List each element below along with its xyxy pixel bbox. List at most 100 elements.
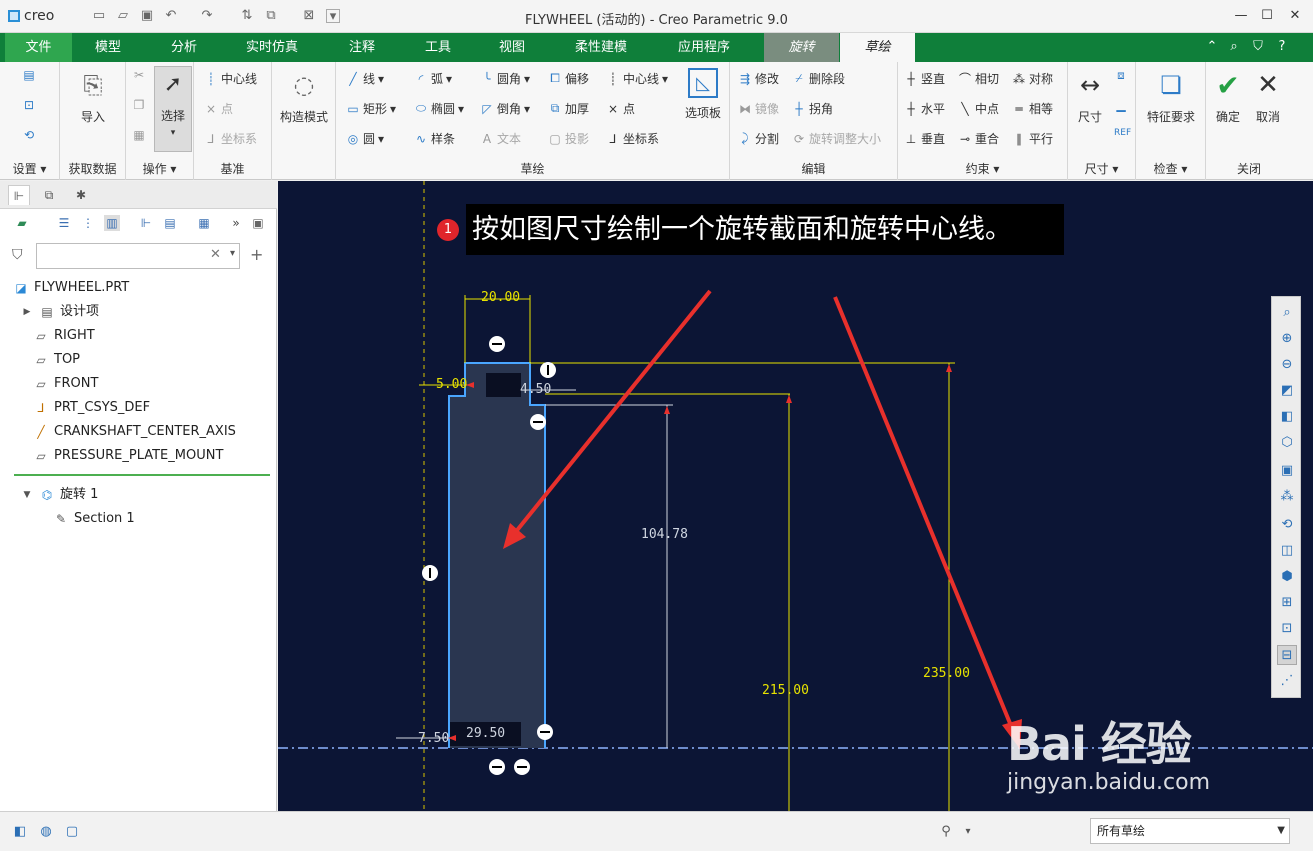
feature-requirements-button[interactable]: ❏ 特征要求 [1140, 68, 1202, 125]
rectangle-button[interactable]: ▭ 矩形 ▾ [346, 100, 396, 117]
group-operations-label[interactable]: 操作 ▾ [126, 160, 193, 177]
divide-button[interactable]: ⤸ 分割 [738, 130, 779, 147]
offset-button[interactable]: ⧠ 偏移 [548, 70, 589, 87]
find-icon[interactable]: ⚲ [936, 822, 956, 842]
collapse-icon[interactable]: ▼ [20, 484, 34, 506]
grid-display-icon[interactable]: ⊟ [1277, 645, 1297, 665]
ok-button[interactable]: ✔ 确定 [1210, 68, 1246, 125]
windows-icon[interactable]: ⧉ [264, 9, 278, 23]
notes-icon[interactable]: ▣ [250, 215, 266, 231]
tab-sketch[interactable]: 草绘 [840, 33, 915, 62]
cut-icon[interactable]: ✂ [132, 68, 146, 82]
coincident-constraint-button[interactable]: ⊸ 重合 [958, 130, 999, 147]
more-icon[interactable]: » [228, 215, 244, 231]
save-icon[interactable]: ▣ [140, 9, 154, 23]
undo-icon[interactable]: ↶ [164, 9, 178, 23]
tab-analysis[interactable]: 分析 [156, 33, 212, 62]
datum-point-button[interactable]: × 点 [204, 100, 233, 117]
datum-display-icon[interactable]: ⁂ [1277, 487, 1297, 507]
tree-item-top[interactable]: ▱ TOP [34, 349, 80, 371]
sketch-point-button[interactable]: × 点 [606, 100, 635, 117]
group-constrain-label[interactable]: 约束 ▾ [898, 160, 1067, 177]
maximize-button[interactable]: ☐ [1254, 6, 1280, 26]
dim-right-step[interactable]: 4.50 [520, 382, 551, 397]
thicken-button[interactable]: ⧉ 加厚 [548, 100, 589, 117]
tree-list-icon[interactable]: ☰ [56, 215, 72, 231]
ellipse-button[interactable]: ⬭ 椭圆 ▾ [414, 100, 464, 117]
tree-item-design-items[interactable]: ▶ ▤ 设计项 [20, 301, 99, 323]
model-tree-tab-icon[interactable]: ⊩ [8, 185, 30, 205]
show-navigator-icon[interactable]: ◧ [10, 822, 30, 842]
regenerate-icon[interactable]: ⇅ [240, 9, 254, 23]
spin-center-icon[interactable]: ⟲ [1277, 515, 1297, 535]
insert-indicator[interactable] [14, 474, 270, 476]
dimension-button[interactable]: ↔ 尺寸 [1070, 68, 1110, 125]
import-button[interactable]: ⎘ 导入 [68, 68, 118, 125]
datum-csys-button[interactable]: ⅃ 坐标系 [204, 130, 257, 147]
tree-item-front[interactable]: ▱ FRONT [34, 373, 98, 395]
tab-file[interactable]: 文件 [5, 33, 72, 62]
tab-live-simulation[interactable]: 实时仿真 [232, 33, 312, 62]
saved-views-icon[interactable]: ⬡ [1277, 433, 1297, 453]
display-style-icon[interactable]: ◧ [1277, 407, 1297, 427]
dimension-display-icon[interactable]: ⊞ [1277, 593, 1297, 613]
paste-icon[interactable]: ▦ [132, 128, 146, 142]
corner-button[interactable]: ┼ 拐角 [792, 100, 833, 117]
tab-flexible-modeling[interactable]: 柔性建模 [562, 33, 640, 62]
zoom-in-icon[interactable]: ⊕ [1277, 329, 1297, 349]
close-window-icon[interactable]: ⊠ [302, 9, 316, 23]
dim-bottom-width[interactable]: 29.50 [466, 726, 505, 741]
view-manager-icon[interactable]: ▣ [1277, 461, 1297, 481]
construction-mode-button[interactable]: ◌ 构造模式 [276, 68, 332, 125]
community-icon[interactable]: ⛉ [1250, 39, 1266, 54]
vertex-display-icon[interactable]: ⋰ [1277, 671, 1297, 691]
dim-height-mid[interactable]: 215.00 [762, 683, 809, 698]
cancel-button[interactable]: ✕ 取消 [1250, 68, 1286, 125]
tab-annotate[interactable]: 注释 [334, 33, 390, 62]
horizontal-constraint-button[interactable]: ┼ 水平 [904, 100, 945, 117]
annotation-display-icon[interactable]: ⬢ [1277, 567, 1297, 587]
mirror-button[interactable]: ⧓ 镜像 [738, 100, 779, 117]
dim-left-step[interactable]: 5.00 [436, 377, 467, 392]
dim-bottom-left[interactable]: 7.50 [418, 731, 449, 746]
modify-button[interactable]: ⇶ 修改 [738, 70, 779, 87]
search-icon[interactable]: ⌕ [1226, 39, 1242, 54]
equal-constraint-button[interactable]: ═ 相等 [1012, 100, 1053, 117]
select-button[interactable]: ➚ 选择 ▾ [154, 66, 192, 152]
sketch-centerline-button[interactable]: ┊ 中心线 ▾ [606, 70, 668, 87]
vertical-constraint-button[interactable]: ┼ 竖直 [904, 70, 945, 87]
tree-filter-icon[interactable]: ▥ [104, 215, 120, 231]
show-icon[interactable]: ▤ [162, 215, 178, 231]
tree-item-revolve[interactable]: ▼ ⌬ 旋转 1 [20, 484, 99, 506]
filter-dropdown-icon[interactable]: ▾ [230, 248, 235, 259]
expand-icon[interactable]: ▶ [20, 301, 34, 323]
tree-columns-icon[interactable]: ⋮ [80, 215, 96, 231]
show-browser-icon[interactable]: ◍ [36, 822, 56, 842]
sketch-setup-icon[interactable]: ▤ [22, 68, 36, 82]
tab-revolve[interactable]: 旋转 [764, 33, 839, 62]
perpendicular-constraint-button[interactable]: ⊥ 垂直 [904, 130, 945, 147]
tab-applications[interactable]: 应用程序 [664, 33, 744, 62]
minimize-button[interactable]: — [1228, 6, 1254, 26]
find-dropdown-icon[interactable]: ▾ [958, 822, 978, 842]
tab-tools[interactable]: 工具 [410, 33, 466, 62]
tangent-constraint-button[interactable]: ⌒ 相切 [958, 70, 999, 87]
zoom-out-icon[interactable]: ⊖ [1277, 355, 1297, 375]
collapse-ribbon-icon[interactable]: ⌃ [1204, 39, 1220, 54]
tab-view[interactable]: 视图 [484, 33, 540, 62]
full-screen-icon[interactable]: ▢ [62, 822, 82, 842]
new-file-icon[interactable]: ▭ [92, 9, 106, 23]
tree-settings-icon[interactable]: ⊩ [138, 215, 154, 231]
dim-height-outer[interactable]: 235.00 [923, 666, 970, 681]
refit-icon[interactable]: ⌕ [1277, 303, 1297, 323]
delete-segment-button[interactable]: ⌿ 删除段 [792, 70, 845, 87]
tree-item-right[interactable]: ▱ RIGHT [34, 325, 94, 347]
circle-button[interactable]: ◎ 圆 ▾ [346, 130, 384, 147]
dim-width-top[interactable]: 20.00 [481, 290, 520, 305]
constraint-display-icon[interactable]: ⊡ [1277, 619, 1297, 639]
part-cube-icon[interactable]: ▰ [14, 215, 30, 231]
rotate-resize-button[interactable]: ⟳ 旋转调整大小 [792, 130, 881, 147]
line-button[interactable]: ╱ 线 ▾ [346, 70, 384, 87]
tree-item-csys[interactable]: ⅃ PRT_CSYS_DEF [34, 397, 150, 419]
close-button[interactable]: ✕ [1282, 6, 1308, 26]
